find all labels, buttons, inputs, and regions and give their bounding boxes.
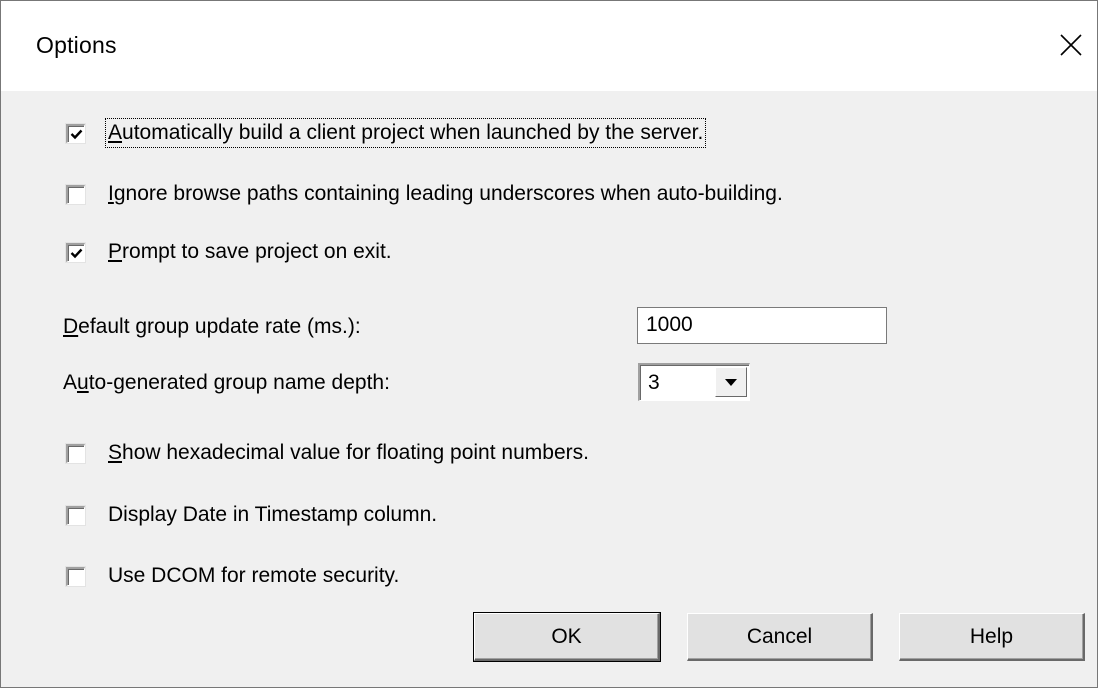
display-date-checkbox[interactable]: Display Date in Timestamp column. (66, 503, 437, 527)
prompt-save-checkbox[interactable]: Prompt to save project on exit. (66, 240, 392, 264)
use-dcom-label: Use DCOM for remote security. (108, 564, 400, 587)
update-rate-label: Default group update rate (ms.): (63, 315, 361, 338)
ignore-browse-label: Ignore browse paths containing leading u… (108, 182, 783, 205)
check-icon (70, 129, 83, 139)
auto-build-checkbox-box[interactable] (66, 123, 85, 143)
show-hex-checkbox-box[interactable] (66, 443, 85, 463)
ignore-browse-checkbox-box[interactable] (66, 184, 85, 204)
chevron-down-icon (725, 379, 737, 386)
ignore-browse-checkbox[interactable]: Ignore browse paths containing leading u… (66, 182, 783, 206)
check-icon (70, 248, 83, 258)
use-dcom-checkbox[interactable]: Use DCOM for remote security. (66, 564, 399, 588)
cancel-button[interactable]: Cancel (687, 613, 873, 661)
display-date-label: Display Date in Timestamp column. (108, 503, 438, 526)
name-depth-select[interactable]: 3 (638, 363, 750, 401)
name-depth-label: Auto-generated group name depth: (63, 371, 390, 394)
ok-button[interactable]: OK (473, 612, 661, 662)
prompt-save-checkbox-box[interactable] (66, 242, 85, 262)
help-button[interactable]: Help (899, 613, 1085, 661)
show-hex-label: Show hexadecimal value for floating poin… (108, 441, 589, 464)
dialog-title: Options (36, 32, 117, 58)
title-bar: Options (1, 1, 1097, 91)
display-date-checkbox-box[interactable] (66, 505, 85, 525)
close-icon (1060, 34, 1082, 56)
name-depth-dropdown-button[interactable] (715, 367, 747, 397)
close-button[interactable] (1051, 25, 1091, 65)
show-hex-checkbox[interactable]: Show hexadecimal value for floating poin… (66, 441, 589, 465)
update-rate-input[interactable]: 1000 (637, 307, 887, 344)
options-dialog: Options Automatically build a client pro… (0, 0, 1098, 688)
auto-build-label: Automatically build a client project whe… (104, 118, 707, 148)
name-depth-value: 3 (648, 371, 660, 394)
auto-build-checkbox[interactable]: Automatically build a client project whe… (66, 118, 707, 148)
use-dcom-checkbox-box[interactable] (66, 566, 85, 586)
prompt-save-label: Prompt to save project on exit. (108, 240, 392, 263)
